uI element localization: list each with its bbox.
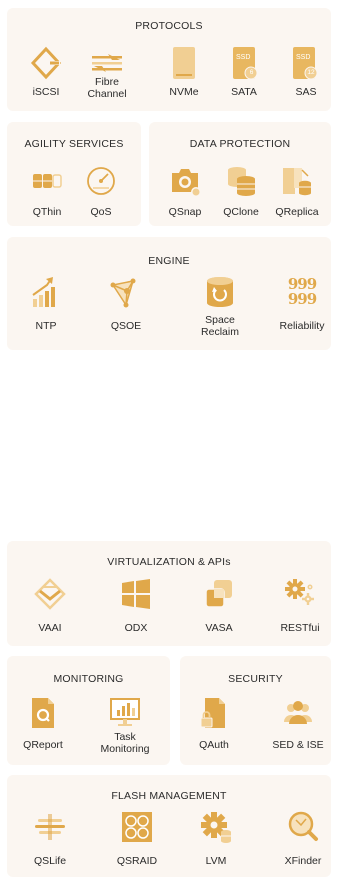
nvme-icon	[167, 46, 201, 80]
sas-ssd-icon: SSD 12	[289, 46, 323, 80]
restful-icon	[283, 577, 317, 611]
qsoe-icon	[109, 275, 143, 309]
ssd-text: SSD	[296, 54, 311, 61]
virtualization-label: ODX	[124, 622, 148, 634]
virtualization-label: VAAI	[38, 622, 62, 634]
fibre-channel-icon	[90, 46, 124, 80]
iscsi-icon	[29, 46, 63, 80]
sed-ise-icon	[281, 696, 315, 730]
data-protection-item-qreplica[interactable]: QReplica	[275, 164, 319, 218]
flash-label: QSLife	[33, 855, 67, 867]
sas-badge: 12	[307, 69, 315, 76]
data-protection-title: DATA PROTECTION	[189, 138, 291, 150]
qsnap-icon	[168, 164, 202, 198]
flash-item-xfinder[interactable]: XFinder	[283, 810, 323, 867]
virtualization-title: VIRTUALIZATION & APIs	[107, 556, 231, 568]
lvm-icon	[199, 810, 233, 844]
security-label: SED & ISE	[272, 739, 324, 751]
ntp-icon	[29, 275, 63, 309]
flash-title: FLASH MANAGEMENT	[111, 790, 227, 802]
engine-label: NTP	[35, 320, 57, 332]
security-label: QAuth	[199, 739, 229, 751]
agility-title: AGILITY SERVICES	[24, 138, 124, 150]
data-protection-label: QReplica	[275, 206, 319, 218]
data-protection-label: QSnap	[168, 206, 202, 218]
flash-item-qsraid[interactable]: QSRAID	[117, 810, 157, 867]
engine-title: ENGINE	[148, 255, 190, 267]
agility-label: QoS	[90, 206, 112, 218]
qthin-icon	[30, 164, 64, 198]
qauth-icon	[197, 696, 231, 730]
security-item-sed-ise[interactable]: SED & ISE	[272, 696, 324, 751]
engine-item-reliability[interactable]: 999 999 Reliability	[280, 275, 325, 333]
monitoring-panel: MONITORING QReport Task Monitoring	[7, 656, 170, 765]
engine-panel: ENGINE NTP QSOE Space Reclaim 999 999 Re…	[7, 237, 331, 350]
qclone-icon	[224, 164, 258, 198]
reliability-glyphs-bottom: 999	[287, 290, 317, 308]
reliability-icon: 999 999	[285, 275, 319, 309]
protocol-label: NVMe	[169, 86, 199, 98]
vasa-icon	[202, 577, 236, 611]
engine-item-qsoe[interactable]: QSOE	[106, 275, 146, 332]
engine-item-space-reclaim[interactable]: Space Reclaim	[200, 275, 240, 338]
odx-icon	[119, 577, 153, 611]
protocol-item-fibre-channel[interactable]: Fibre Channel	[87, 46, 127, 100]
qslife-icon	[33, 810, 67, 844]
vaai-icon	[33, 577, 67, 611]
virtualization-item-vaai[interactable]: VAAI	[30, 577, 70, 634]
protocol-item-sata[interactable]: SSD 6 SATA	[224, 46, 264, 98]
monitoring-label: Task Monitoring	[100, 731, 150, 755]
security-panel: SECURITY QAuth SED & ISE	[180, 656, 331, 765]
engine-label: Reliability	[279, 320, 325, 332]
virtualization-item-restful[interactable]: RESTfui	[280, 577, 320, 634]
protocol-item-iscsi[interactable]: iSCSI	[26, 46, 66, 98]
flash-item-qslife[interactable]: QSLife	[30, 810, 70, 867]
virtualization-item-vasa[interactable]: VASA	[199, 577, 239, 634]
sata-badge: 6	[249, 69, 254, 76]
qsraid-icon	[120, 810, 154, 844]
engine-item-ntp[interactable]: NTP	[26, 275, 66, 332]
engine-label: Space Reclaim	[201, 314, 239, 338]
data-protection-label: QClone	[223, 206, 259, 218]
protocol-label: SATA	[231, 86, 257, 98]
ssd-text: SSD	[236, 54, 251, 61]
monitoring-item-task-monitoring[interactable]: Task Monitoring	[100, 696, 150, 755]
virtualization-panel: VIRTUALIZATION & APIs VAAI ODX VASA REST…	[7, 541, 331, 646]
protocols-title: PROTOCOLS	[135, 20, 203, 32]
protocol-item-sas[interactable]: SSD 12 SAS	[286, 46, 326, 98]
virtualization-item-odx[interactable]: ODX	[116, 577, 156, 634]
protocol-item-nvme[interactable]: NVMe	[164, 46, 204, 98]
data-protection-item-qsnap[interactable]: QSnap	[165, 164, 205, 218]
flash-management-panel: FLASH MANAGEMENT QSLife QSRAID LVM XFind…	[7, 775, 331, 877]
flash-label: QSRAID	[116, 855, 158, 867]
agility-label: QThin	[32, 206, 62, 218]
agility-item-qthin[interactable]: QThin	[27, 164, 67, 218]
agility-panel: AGILITY SERVICES QThin QoS	[7, 122, 141, 226]
monitoring-label: QReport	[23, 739, 63, 751]
virtualization-label: RESTfui	[280, 622, 320, 634]
flash-item-lvm[interactable]: LVM	[196, 810, 236, 867]
virtualization-label: VASA	[205, 622, 233, 634]
space-reclaim-icon	[203, 275, 237, 309]
task-monitoring-icon	[108, 696, 142, 730]
engine-label: QSOE	[110, 320, 142, 332]
flash-label: XFinder	[284, 855, 322, 867]
data-protection-panel: DATA PROTECTION QSnap QClone QReplica	[149, 122, 331, 226]
data-protection-item-qclone[interactable]: QClone	[221, 164, 261, 218]
security-item-qauth[interactable]: QAuth	[194, 696, 234, 751]
sata-ssd-icon: SSD 6	[227, 46, 261, 80]
monitoring-title: MONITORING	[53, 673, 124, 685]
agility-item-qos[interactable]: QoS	[81, 164, 121, 218]
qreport-icon	[26, 696, 60, 730]
xfinder-icon	[286, 810, 320, 844]
flash-label: LVM	[205, 855, 227, 867]
protocol-label: iSCSI	[32, 86, 60, 98]
qos-icon	[84, 164, 118, 198]
qreplica-icon	[280, 164, 314, 198]
protocol-label: SAS	[295, 86, 317, 98]
security-title: SECURITY	[228, 673, 283, 685]
protocol-label: Fibre Channel	[87, 76, 127, 100]
protocols-panel: PROTOCOLS iSCSI Fibre Channel NVMe SSD 6…	[7, 8, 331, 111]
monitoring-item-qreport[interactable]: QReport	[23, 696, 63, 751]
